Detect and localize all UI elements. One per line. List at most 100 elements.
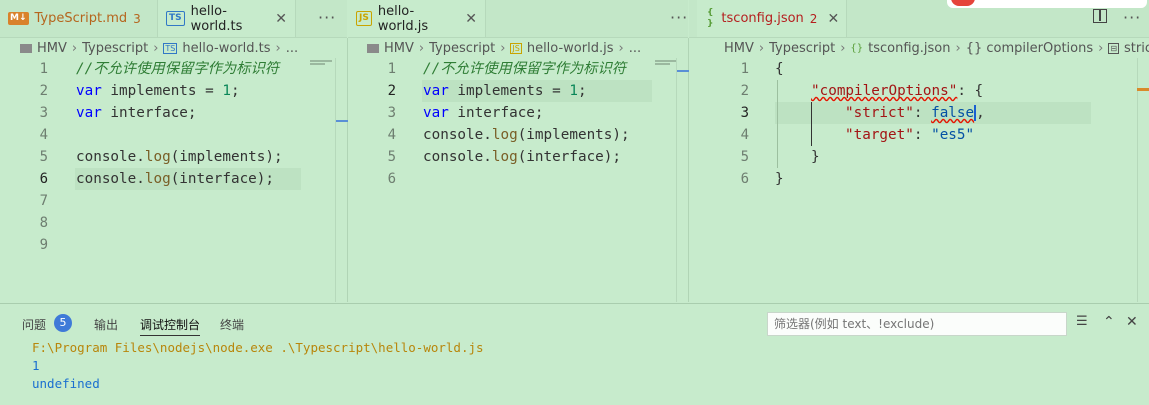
split-editor-icon[interactable] [1093, 9, 1107, 23]
code-line: "strict": false, [845, 105, 985, 121]
breadcrumb-item[interactable]: hello-world.ts [182, 41, 270, 56]
filter-input[interactable] [767, 312, 1067, 336]
line-number: 3 [740, 105, 749, 121]
breadcrumb-pane2: HMV › Typescript › JS hello-world.js › ... [367, 38, 687, 58]
code-line: var interface; [76, 105, 197, 121]
line-number: 5 [39, 149, 48, 165]
minimap[interactable] [310, 60, 332, 66]
tab-problems[interactable]: 问题 [22, 316, 46, 333]
app-logo-icon [951, 0, 975, 6]
line-number: 3 [39, 105, 48, 121]
tab-debug-console[interactable]: 调试控制台 [140, 316, 201, 336]
close-icon[interactable]: ✕ [275, 11, 287, 27]
tab-label: hello-world.js [377, 3, 429, 34]
code-line: } [775, 171, 784, 187]
line-number: 8 [39, 215, 48, 231]
console-output-line: undefined [32, 376, 100, 391]
close-icon[interactable]: ✕ [465, 11, 477, 27]
bottom-panel: 问题 5 输出 调试控制台 终端 ☰ ⌃ ✕ F:\Program Files\… [0, 303, 1149, 405]
close-icon[interactable]: ✕ [827, 11, 839, 27]
indent-guide [811, 102, 812, 146]
editor-tsconfig-json[interactable]: 1 2 3 4 5 6 { "compilerOptions": { "stri… [689, 58, 1149, 302]
vertical-scrollbar[interactable] [335, 58, 348, 302]
chevron-up-icon[interactable]: ⌃ [1103, 314, 1115, 330]
breadcrumb-item[interactable]: HMV [37, 41, 67, 56]
tab-tsconfig-json[interactable]: { } tsconfig.json 2 ✕ [697, 0, 847, 37]
close-icon[interactable]: ✕ [1126, 314, 1138, 330]
folder-icon [367, 43, 379, 53]
line-number: 2 [39, 83, 48, 99]
code-line: { [775, 61, 784, 77]
tab-label: hello-world.ts [190, 3, 243, 34]
ts-file-icon: TS [163, 42, 178, 54]
tab-label: TypeScript.md [34, 11, 128, 26]
breadcrumb-item[interactable]: Typescript [769, 41, 835, 56]
line-number: 2 [387, 83, 396, 99]
markdown-icon: M↓ [8, 12, 29, 25]
code-line: var interface; [423, 105, 544, 121]
comment: //不允许使用保留字作为标识符 [76, 61, 280, 77]
tab-problem-count: 2 [809, 11, 818, 26]
line-number: 5 [740, 149, 749, 165]
breadcrumb-item[interactable]: Typescript [82, 41, 148, 56]
line-number: 6 [740, 171, 749, 187]
editor-hello-world-js[interactable]: 1 2 3 4 5 6 //不允许使用保留字作为标识符 var implemen… [348, 58, 688, 302]
tab-terminal[interactable]: 终端 [220, 316, 244, 333]
code-line: var implements = 1; [423, 83, 587, 99]
tab-problem-count: 3 [133, 11, 141, 26]
vertical-scrollbar[interactable] [1137, 58, 1149, 302]
scroll-indicator [1137, 88, 1149, 91]
more-actions-icon[interactable]: ··· [670, 8, 688, 27]
line-number: 4 [740, 127, 749, 143]
tab-hello-world-js[interactable]: JS hello-world.js ✕ [348, 0, 486, 37]
line-number: 2 [740, 83, 749, 99]
breadcrumb-item[interactable]: HMV [384, 41, 414, 56]
breadcrumb-item[interactable]: strict [1124, 41, 1149, 56]
tab-typescript-md[interactable]: M↓ TypeScript.md 3 [0, 0, 158, 37]
line-number: 9 [39, 237, 48, 253]
tab-output[interactable]: 输出 [94, 316, 118, 333]
tabbar-pane1: M↓ TypeScript.md 3 TS hello-world.ts ✕ ·… [0, 0, 347, 38]
code-line: console.log(implements); [423, 127, 630, 143]
breadcrumb-item[interactable]: Typescript [429, 41, 495, 56]
line-number: 6 [39, 171, 48, 187]
console-output-line: 1 [32, 358, 40, 373]
comment: //不允许使用保留字作为标识符 [423, 61, 627, 77]
vertical-scrollbar[interactable] [676, 58, 689, 302]
more-actions-icon[interactable]: ··· [318, 8, 336, 27]
code-line: var implements = 1; [76, 83, 240, 99]
code-line: } [811, 149, 820, 165]
clear-console-icon[interactable]: ☰ [1076, 314, 1088, 329]
indent-guide [777, 80, 778, 168]
line-number: 5 [387, 149, 396, 165]
editor-hello-world-ts[interactable]: 1 2 3 4 5 6 7 8 9 //不允许使用保留字作为标识符 var im… [0, 58, 347, 302]
scroll-indicator [336, 120, 348, 122]
scroll-indicator [677, 70, 689, 72]
floating-toolbar [947, 0, 1147, 8]
more-actions-icon[interactable]: ··· [1123, 8, 1141, 27]
code-line: "target": "es5" [845, 127, 975, 143]
breadcrumb-item[interactable]: hello-world.js [527, 41, 614, 56]
code-line: //不允许使用保留字作为标识符 [76, 58, 302, 80]
line-number: 1 [387, 61, 396, 77]
line-number: 1 [740, 61, 749, 77]
tab-label: tsconfig.json [721, 11, 804, 26]
tab-hello-world-ts[interactable]: TS hello-world.ts ✕ [158, 0, 296, 37]
line-number: 7 [39, 193, 48, 209]
code-line: "compilerOptions": { [811, 83, 984, 99]
breadcrumb-item[interactable]: HMV [724, 41, 754, 56]
breadcrumb-item[interactable]: ... [286, 41, 298, 56]
breadcrumb-pane1: HMV › Typescript › TS hello-world.ts › ... [20, 38, 340, 58]
console-output-line: F:\Program Files\nodejs\node.exe .\Types… [32, 340, 484, 355]
code-line: //不允许使用保留字作为标识符 [423, 58, 653, 80]
breadcrumb-item[interactable]: ... [629, 41, 641, 56]
json-file-icon: {} [850, 42, 864, 54]
code-line: console.log(interface); [76, 171, 274, 187]
js-file-icon: JS [356, 11, 372, 26]
json-file-icon: { } [707, 7, 714, 29]
breadcrumb-item[interactable]: {} compilerOptions [966, 41, 1093, 56]
tabbar-pane3: { } tsconfig.json 2 ✕ ··· [689, 0, 1149, 38]
breadcrumb-item[interactable]: tsconfig.json [868, 41, 950, 56]
minimap[interactable] [655, 60, 677, 66]
line-number: 4 [39, 127, 48, 143]
